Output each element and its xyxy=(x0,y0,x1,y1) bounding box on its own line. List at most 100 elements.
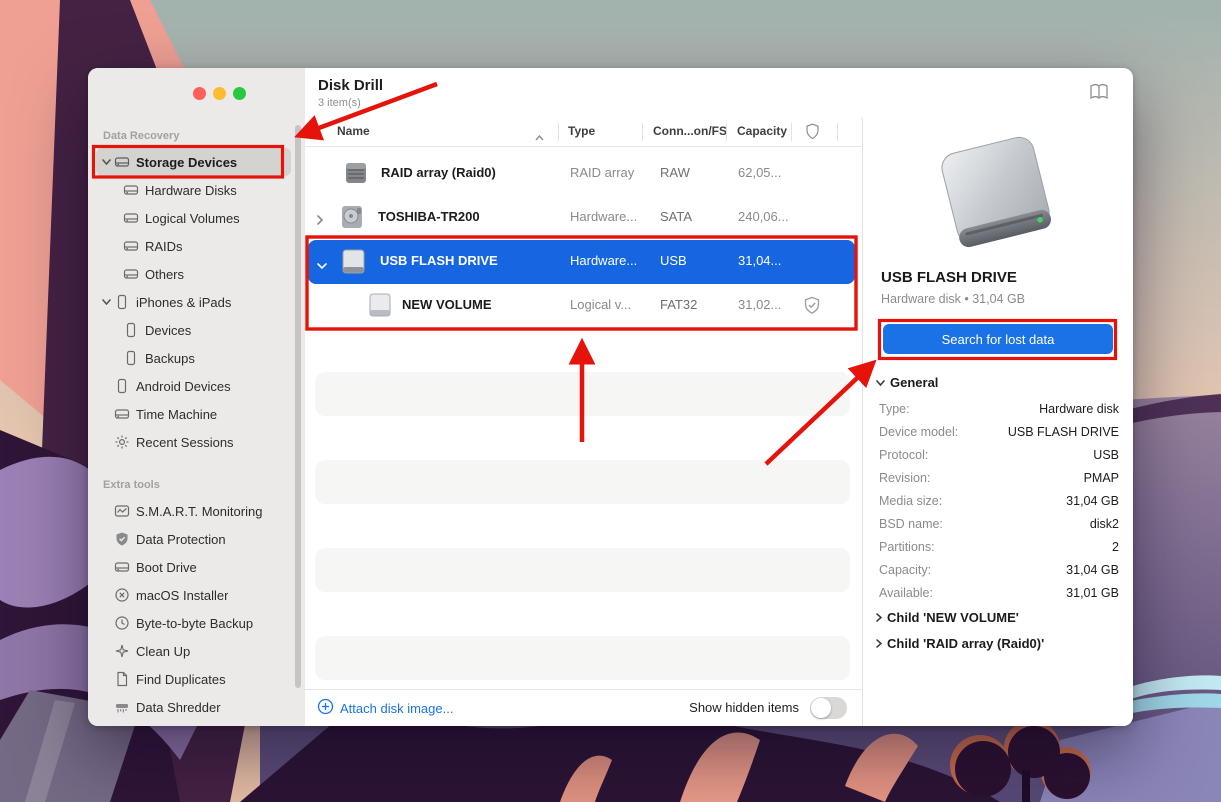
sidebar-item-data-protection[interactable]: Data Protection xyxy=(96,525,291,553)
sidebar-item-label: macOS Installer xyxy=(136,588,228,603)
sidebar-item-label: Others xyxy=(145,267,184,282)
chevron-right-icon xyxy=(876,639,882,648)
column-header-name[interactable]: Name xyxy=(337,124,370,138)
sidebar-item-clean-up[interactable]: Clean Up xyxy=(96,637,291,665)
plus-circle-icon xyxy=(317,698,334,718)
chevron-down-icon xyxy=(100,299,113,305)
child-raid-array-header[interactable]: Child 'RAID array (Raid0)' xyxy=(876,636,1044,651)
detail-row: Revision:PMAP xyxy=(879,467,1119,490)
sidebar-item-logical-volumes[interactable]: Logical Volumes xyxy=(96,204,291,232)
table-row[interactable]: RAID array (Raid0) RAID array RAW 62,05.… xyxy=(308,152,855,196)
column-header-type[interactable]: Type xyxy=(568,124,595,138)
external-drive-image xyxy=(935,132,1060,272)
sparkle-icon xyxy=(113,643,130,660)
sidebar-scrollbar[interactable] xyxy=(295,125,301,688)
circle-x-icon xyxy=(113,587,130,604)
document-icon xyxy=(113,671,130,688)
close-button[interactable] xyxy=(193,87,206,100)
sidebar-item-backups[interactable]: Backups xyxy=(96,344,291,372)
detail-row: Media size:31,04 GB xyxy=(879,490,1119,513)
toggle-knob xyxy=(811,698,831,718)
sidebar-item-raids[interactable]: RAIDs xyxy=(96,232,291,260)
sidebar-item-android-devices[interactable]: Android Devices xyxy=(96,372,291,400)
drive-icon xyxy=(113,154,130,171)
sidebar-section-extra-tools: Extra tools xyxy=(103,479,160,491)
detail-row: Partitions:2 xyxy=(879,536,1119,559)
chart-icon xyxy=(113,503,130,520)
column-header-connection-fs[interactable]: Conn...on/FS xyxy=(653,124,727,138)
sidebar-item-label: Boot Drive xyxy=(136,560,197,575)
chevron-down-icon xyxy=(876,380,885,386)
table-row[interactable]: TOSHIBA-TR200 Hardware... SATA 240,06... xyxy=(308,196,855,240)
sidebar-item-label: iPhones & iPads xyxy=(136,295,231,310)
sidebar-item-byte-to-byte-backup[interactable]: Byte-to-byte Backup xyxy=(96,609,291,637)
sidebar-item-boot-drive[interactable]: Boot Drive xyxy=(96,553,291,581)
shield-column-icon[interactable] xyxy=(805,123,820,145)
table-header-row: Name Type Conn...on/FS Capacity xyxy=(305,118,861,147)
general-section-header[interactable]: General xyxy=(876,375,938,390)
page-title: Disk Drill xyxy=(318,77,383,94)
details-panel: USB FLASH DRIVE Hardware disk • 31,04 GB… xyxy=(862,118,1133,726)
device-table: Name Type Conn...on/FS Capacity RAID arr… xyxy=(305,118,861,690)
attach-disk-image-label: Attach disk image... xyxy=(340,701,453,716)
sidebar-item-find-duplicates[interactable]: Find Duplicates xyxy=(96,665,291,693)
sidebar-item-time-machine[interactable]: Time Machine xyxy=(96,400,291,428)
sidebar-item-label: Storage Devices xyxy=(136,155,237,170)
attach-disk-image-button[interactable]: Attach disk image... xyxy=(317,698,453,718)
table-row[interactable]: NEW VOLUME Logical v... FAT32 31,02... xyxy=(308,284,855,328)
show-hidden-items-toggle[interactable] xyxy=(810,697,847,719)
shredder-icon xyxy=(113,699,130,716)
child-new-volume-header[interactable]: Child 'NEW VOLUME' xyxy=(876,610,1019,625)
empty-row-stripe xyxy=(315,548,850,592)
sidebar-item-label: Devices xyxy=(145,323,191,338)
zoom-button[interactable] xyxy=(233,87,246,100)
sidebar-item-devices[interactable]: Devices xyxy=(96,316,291,344)
shield-check-icon xyxy=(803,296,821,320)
column-header-capacity[interactable]: Capacity xyxy=(737,124,787,138)
sidebar-section-data-recovery: Data Recovery xyxy=(103,130,179,142)
drive-icon xyxy=(122,182,139,199)
chevron-down-icon[interactable] xyxy=(317,256,327,274)
drive-icon xyxy=(113,406,130,423)
detail-row: BSD name:disk2 xyxy=(879,513,1119,536)
empty-row-stripe xyxy=(315,372,850,416)
sidebar-item-label: Find Duplicates xyxy=(136,672,226,687)
sidebar-item-others[interactable]: Others xyxy=(96,260,291,288)
search-for-lost-data-button[interactable]: Search for lost data xyxy=(883,324,1113,354)
chevron-down-icon xyxy=(100,159,113,165)
table-row-selected[interactable]: USB FLASH DRIVE Hardware... USB 31,04... xyxy=(308,240,855,284)
sidebar-item-data-shredder[interactable]: Data Shredder xyxy=(96,693,291,721)
detail-row: Capacity:31,04 GB xyxy=(879,559,1119,582)
phone-icon xyxy=(113,294,130,311)
empty-row-stripe xyxy=(315,460,850,504)
sidebar-item-smart-monitoring[interactable]: S.M.A.R.T. Monitoring xyxy=(96,497,291,525)
sidebar-item-label: Data Protection xyxy=(136,532,226,547)
sidebar-item-recent-sessions[interactable]: Recent Sessions xyxy=(96,428,291,456)
detail-row: Available:31,01 GB xyxy=(879,582,1119,605)
chevron-right-icon[interactable] xyxy=(317,212,323,230)
sidebar-item-hardware-disks[interactable]: Hardware Disks xyxy=(96,176,291,204)
drive-icon xyxy=(122,238,139,255)
sidebar-item-label: Hardware Disks xyxy=(145,183,237,198)
item-count: 3 item(s) xyxy=(318,97,361,109)
table-footer: Attach disk image... Show hidden items xyxy=(305,689,861,726)
sidebar-item-storage-devices[interactable]: Storage Devices xyxy=(96,148,291,176)
external-drive-icon xyxy=(338,248,368,280)
drive-icon xyxy=(122,266,139,283)
empty-row-stripe xyxy=(315,636,850,680)
sidebar: Data Recovery Storage Devices Hardware D… xyxy=(88,68,306,726)
sidebar-item-label: Backups xyxy=(145,351,195,366)
sidebar-item-label: Android Devices xyxy=(136,379,231,394)
help-book-icon[interactable] xyxy=(1089,83,1109,103)
sidebar-item-iphones-ipads[interactable]: iPhones & iPads xyxy=(96,288,291,316)
device-subtitle: Hardware disk • 31,04 GB xyxy=(881,292,1025,306)
sidebar-item-macos-installer[interactable]: macOS Installer xyxy=(96,581,291,609)
sidebar-item-label: Byte-to-byte Backup xyxy=(136,616,253,631)
drive-icon xyxy=(113,559,130,576)
shield-icon xyxy=(113,531,130,548)
phone-icon xyxy=(122,350,139,367)
clock-icon xyxy=(113,615,130,632)
minimize-button[interactable] xyxy=(213,87,226,100)
volume-icon xyxy=(366,292,394,323)
sidebar-item-label: Recent Sessions xyxy=(136,435,234,450)
